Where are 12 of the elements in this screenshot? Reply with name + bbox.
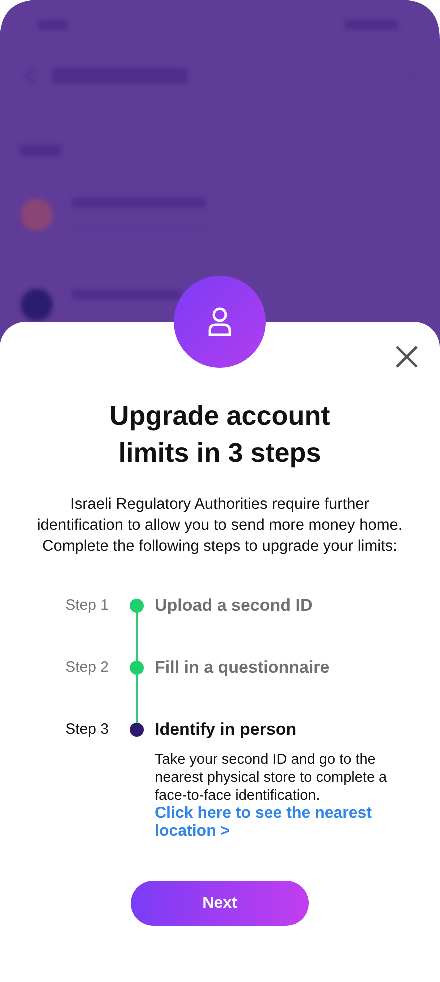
step-title: Fill in a questionnaire xyxy=(155,657,331,679)
step-description: Take your second ID and go to the nearest physical store to complete a face-to-face identification. xyxy=(155,751,388,805)
step-title: Identify in person xyxy=(155,719,298,741)
sheet-description: Israeli Regulatory Authorities require further identification to allow you to send more money home. Complete the following steps to upgrade your limits: xyxy=(36,495,404,557)
sheet-title: Upgrade account limits in 3 steps xyxy=(108,400,332,470)
step-label: Step 1 xyxy=(64,596,110,616)
close-icon[interactable] xyxy=(394,344,420,370)
next-button[interactable]: Next xyxy=(131,881,309,926)
step-label: Step 2 xyxy=(64,658,110,678)
step-label: Step 3 xyxy=(64,720,110,740)
step-title: Upload a second ID xyxy=(155,595,314,617)
nearest-location-link[interactable]: Click here to see the nearest location > xyxy=(155,805,416,841)
